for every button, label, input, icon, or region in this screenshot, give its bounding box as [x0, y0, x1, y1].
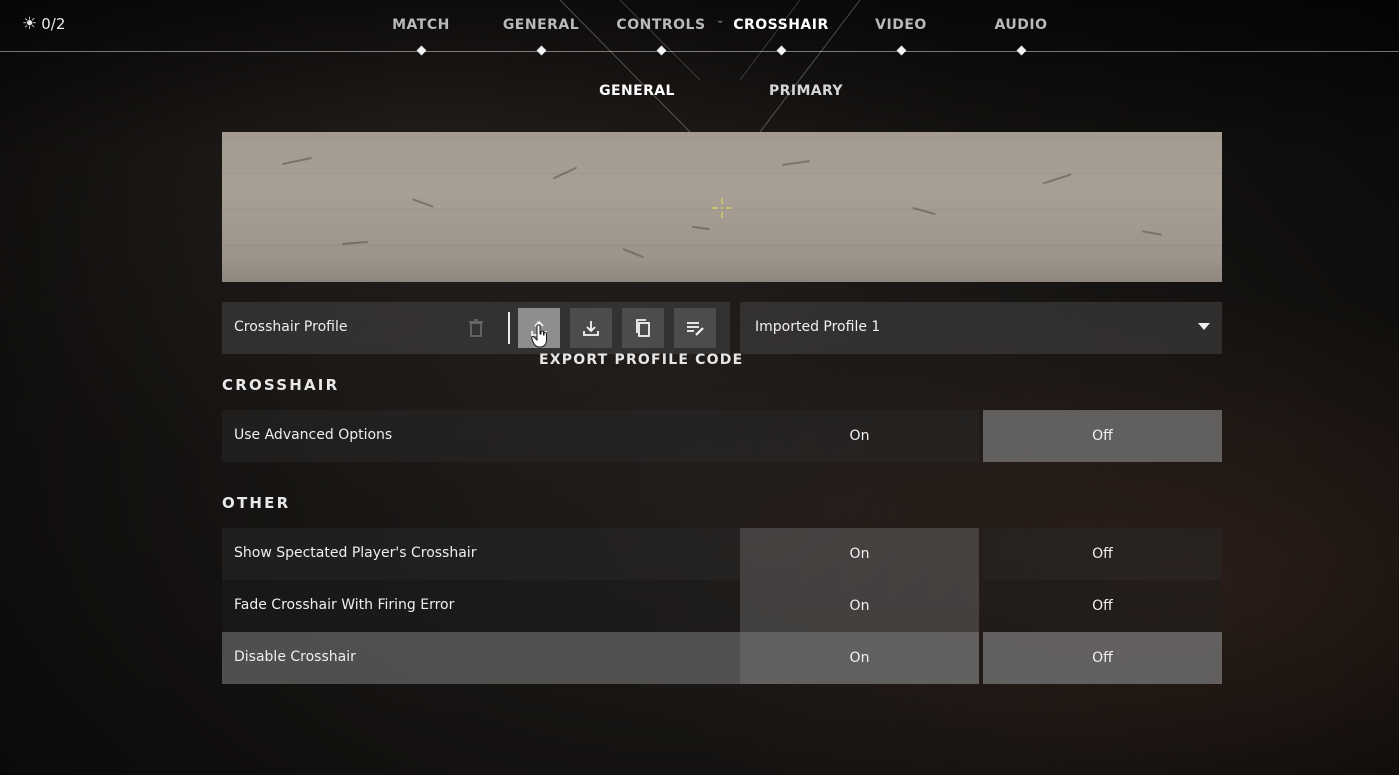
import-profile-button[interactable] [570, 308, 612, 348]
crosshair-icon [712, 198, 732, 218]
option-row-fade: Fade Crosshair With Firing Error On Off [222, 580, 1222, 632]
tab-video[interactable]: VIDEO [841, 17, 961, 33]
option-label: Show Spectated Player's Crosshair [234, 545, 477, 561]
option-label: Fade Crosshair With Firing Error [234, 597, 455, 613]
advanced-off-button[interactable]: Off [983, 410, 1222, 462]
export-tooltip: EXPORT PROFILE CODE [539, 352, 744, 368]
toolbar-divider [508, 312, 510, 344]
chevron-down-icon [1198, 323, 1210, 330]
points-value: 0/2 [41, 15, 66, 33]
copy-profile-button[interactable] [622, 308, 664, 348]
option-label-cell: Show Spectated Player's Crosshair [222, 528, 740, 580]
import-icon [583, 321, 599, 336]
option-label: Disable Crosshair [234, 649, 356, 665]
nav-divider [0, 51, 1399, 52]
rename-icon [687, 322, 704, 336]
tab-audio[interactable]: AUDIO [961, 17, 1081, 33]
rename-profile-button[interactable] [674, 308, 716, 348]
fade-off-button[interactable]: Off [983, 580, 1222, 632]
option-label: Use Advanced Options [234, 427, 393, 443]
profile-label: Crosshair Profile [234, 319, 348, 335]
subtab-primary[interactable]: PRIMARY [746, 83, 866, 99]
option-row-spectated: Show Spectated Player's Crosshair On Off [222, 528, 1222, 580]
subtab-general[interactable]: GENERAL [577, 83, 697, 99]
option-label-cell: Fade Crosshair With Firing Error [222, 580, 740, 632]
spectated-on-button[interactable]: On [740, 528, 979, 580]
option-row-advanced: Use Advanced Options On Off [222, 410, 1222, 462]
option-label-cell: Disable Crosshair [222, 632, 740, 684]
tab-general[interactable]: GENERAL [481, 17, 601, 33]
tab-match[interactable]: MATCH [361, 17, 481, 33]
tab-crosshair[interactable]: CROSSHAIR [721, 17, 841, 33]
advanced-on-button[interactable]: On [740, 410, 979, 462]
disable-off-button[interactable]: Off [983, 632, 1222, 684]
fade-on-button[interactable]: On [740, 580, 979, 632]
disable-on-button[interactable]: On [740, 632, 979, 684]
section-other-heading: OTHER [222, 494, 291, 512]
section-crosshair-heading: CROSSHAIR [222, 376, 340, 394]
tab-controls[interactable]: CONTROLS [601, 17, 721, 33]
hand-cursor-icon [531, 324, 547, 348]
spectated-off-button[interactable]: Off [983, 528, 1222, 580]
option-label-cell: Use Advanced Options [222, 410, 740, 462]
top-navigation: ☀ 0/2 MATCH GENERAL CONTROLS CROSSHAIR V… [0, 0, 1399, 56]
sun-icon: ☀ [22, 14, 38, 34]
chevron-down-icon: ⌄ [716, 15, 725, 26]
points-counter: ☀ 0/2 [22, 14, 65, 34]
trash-icon[interactable] [466, 317, 486, 339]
profile-dropdown[interactable]: Imported Profile 1 [740, 302, 1222, 354]
copy-icon [636, 319, 650, 337]
profile-dropdown-value: Imported Profile 1 [755, 319, 881, 335]
option-row-disable: Disable Crosshair On Off [222, 632, 1222, 684]
